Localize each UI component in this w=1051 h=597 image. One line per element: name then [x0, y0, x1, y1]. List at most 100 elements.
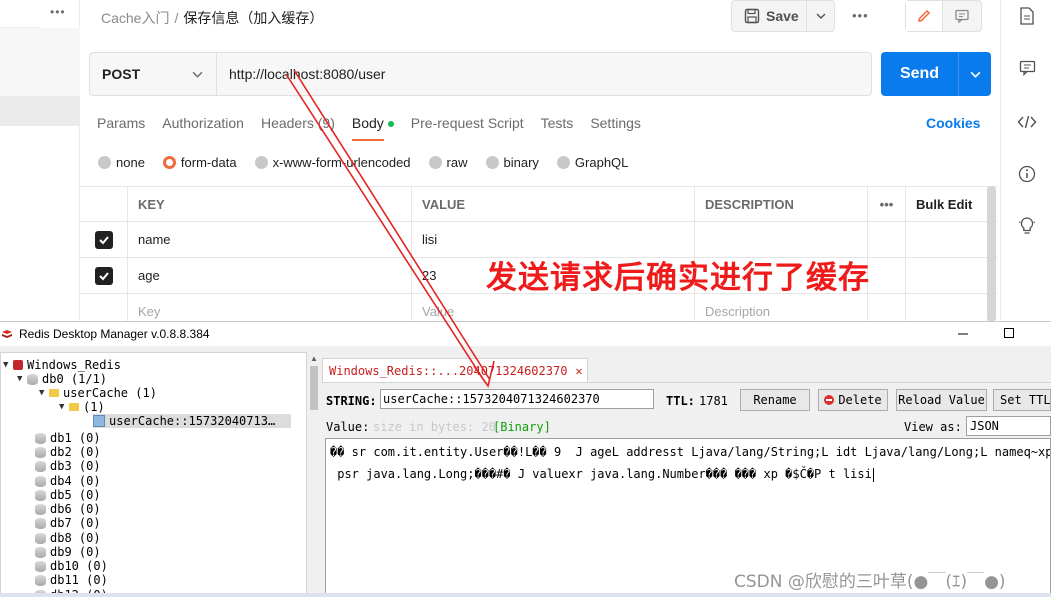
breadcrumb: Cache入门 / 保存信息（加入缓存） [101, 8, 323, 28]
database-icon [35, 560, 46, 572]
view-as-select[interactable]: JSON [966, 416, 1051, 436]
key-icon [93, 415, 105, 427]
database-icon [27, 373, 38, 385]
maximize-button[interactable] [1004, 328, 1014, 338]
body-type-urlencoded[interactable]: x-www-form-urlencoded [254, 155, 411, 170]
connection-tree: ▼ Windows_Redis ▼ db0 (1/1) ▼ userCache (1)… [0, 352, 307, 597]
tree-db-node[interactable]: db9 (0) [35, 545, 101, 559]
tree-db-node[interactable]: db11 (0) [35, 573, 108, 587]
cookies-link[interactable]: Cookies [926, 115, 980, 131]
method-select[interactable]: POST [90, 53, 217, 95]
key-name-input[interactable]: userCache::1573204071324602370 [380, 389, 654, 409]
postman-right-sidebar [1000, 0, 1051, 322]
tree-db-node[interactable]: ▼ db0 (1/1) [17, 372, 107, 386]
tree-db-node[interactable]: db7 (0) [35, 516, 101, 530]
tree-key-node[interactable]: userCache::15732040713… [93, 414, 291, 428]
send-button[interactable]: Send [881, 52, 959, 96]
tab-authorization[interactable]: Authorization [162, 115, 244, 141]
breadcrumb-collection[interactable]: Cache入门 [101, 10, 169, 26]
radio-binary[interactable] [485, 156, 499, 169]
value-line-text: psr java.lang.Long;���#� J valuexr java.… [330, 467, 872, 481]
tree-server-node[interactable]: ▼ Windows_Redis [3, 358, 121, 372]
tree-scrollbar[interactable]: ▲ [308, 352, 320, 597]
tree-label: (1) [83, 400, 105, 414]
breadcrumb-separator: / [174, 10, 179, 26]
tree-subfolder-node[interactable]: ▼ (1) [59, 400, 105, 414]
tree-folder-node[interactable]: ▼ userCache (1) [39, 386, 157, 400]
key-tab[interactable]: Windows_Redis::...204071324602370 ✕ [322, 358, 588, 382]
url-input[interactable]: http://localhost:8080/user [217, 53, 385, 95]
column-options-button[interactable]: ••• [868, 187, 906, 221]
body-type-none[interactable]: none [98, 155, 145, 170]
radio-urlencoded[interactable] [254, 156, 268, 169]
key-tab-label: Windows_Redis::...204071324602370 [329, 363, 568, 378]
lightbulb-icon[interactable] [1017, 216, 1037, 236]
tab-headers[interactable]: Headers (9) [261, 115, 335, 141]
delete-button[interactable]: Delete [818, 389, 888, 411]
more-actions-button[interactable]: ••• [852, 8, 869, 23]
code-icon[interactable] [1017, 112, 1037, 132]
tab-params[interactable]: Params [97, 115, 145, 141]
close-tab-icon[interactable]: ✕ [575, 364, 582, 378]
table-scrollbar[interactable] [987, 186, 996, 322]
body-type-graphql[interactable]: GraphQL [556, 155, 628, 170]
send-dropdown-button[interactable] [959, 52, 991, 96]
tab-tests[interactable]: Tests [541, 115, 574, 141]
folder-icon [49, 389, 59, 397]
sidebar-selected-item[interactable] [0, 96, 80, 126]
breadcrumb-request[interactable]: 保存信息（加入缓存） [183, 10, 323, 26]
tree-label: userCache::15732040713… [109, 414, 276, 428]
document-icon[interactable] [1017, 6, 1037, 26]
bulk-edit-button[interactable]: Bulk Edit [906, 187, 998, 221]
row-key-cell[interactable]: name [128, 222, 412, 257]
set-ttl-button[interactable]: Set TTL [993, 389, 1051, 411]
radio-none[interactable] [98, 156, 111, 169]
sidebar-more-icon[interactable]: ••• [50, 5, 66, 19]
tab-settings[interactable]: Settings [590, 115, 641, 141]
database-icon [35, 489, 46, 501]
save-icon [744, 8, 760, 24]
row-enabled-checkbox[interactable] [80, 258, 128, 293]
edit-mode-button[interactable] [906, 1, 943, 31]
tree-db-node[interactable]: db5 (0) [35, 488, 101, 502]
row-bulk-cell [906, 258, 998, 293]
checkmark-icon [94, 230, 113, 249]
tree-db-node[interactable]: db3 (0) [35, 459, 101, 473]
tree-db-node[interactable]: db10 (0) [35, 559, 108, 573]
radio-form-data[interactable] [162, 156, 176, 169]
pencil-icon [918, 9, 931, 22]
rename-button[interactable]: Rename [740, 389, 810, 411]
redis-desktop-manager-window: Redis Desktop Manager v.0.8.8.384 ▼ Windo… [0, 321, 1051, 597]
tree-db-node[interactable]: db4 (0) [35, 474, 101, 488]
body-type-raw[interactable]: raw [428, 155, 468, 170]
expand-arrow-icon[interactable]: ▼ [59, 402, 69, 412]
expand-arrow-icon[interactable]: ▼ [3, 360, 13, 370]
save-button[interactable]: Save [732, 1, 808, 31]
chevron-down-icon [816, 13, 826, 19]
minimize-button[interactable] [958, 322, 972, 346]
body-type-binary[interactable]: binary [485, 155, 539, 170]
info-icon[interactable] [1017, 164, 1037, 184]
scrollbar-thumb[interactable] [310, 366, 318, 410]
tree-label: db1 (0) [50, 431, 101, 445]
expand-arrow-icon[interactable]: ▼ [39, 388, 49, 398]
body-type-form-data[interactable]: form-data [162, 155, 237, 170]
radio-graphql[interactable] [556, 156, 570, 169]
tab-body[interactable]: Body [351, 115, 394, 141]
tree-db-node[interactable]: db1 (0) [35, 431, 101, 445]
tab-pre-request-script[interactable]: Pre-request Script [411, 115, 524, 141]
reload-value-button[interactable]: Reload Value [896, 389, 987, 411]
value-line: �� sr com.it.entity.User��!L�� 9 J ageL … [330, 445, 1051, 459]
scroll-up-icon[interactable]: ▲ [310, 354, 318, 363]
save-dropdown-button[interactable] [807, 9, 834, 24]
comment-icon[interactable] [1017, 58, 1037, 78]
tree-db-node[interactable]: db2 (0) [35, 445, 101, 459]
expand-arrow-icon[interactable]: ▼ [17, 374, 27, 384]
radio-raw[interactable] [428, 156, 442, 169]
body-type-label: binary [503, 155, 539, 170]
comment-mode-button[interactable] [943, 1, 981, 31]
row-enabled-checkbox[interactable] [80, 222, 128, 257]
row-key-cell[interactable]: age [128, 258, 412, 293]
tree-db-node[interactable]: db8 (0) [35, 531, 101, 545]
tree-db-node[interactable]: db6 (0) [35, 502, 101, 516]
